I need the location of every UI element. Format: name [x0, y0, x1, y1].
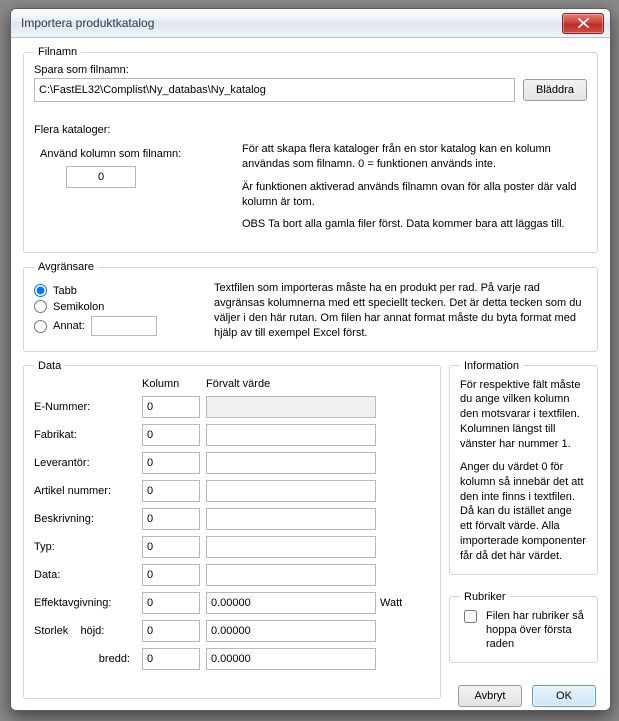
- val-enummer[interactable]: [206, 396, 376, 418]
- checkbox-has-headers[interactable]: [464, 610, 477, 623]
- col-hojd[interactable]: [142, 620, 200, 642]
- avgr-description: Textfilen som importeras måste ha en pro…: [214, 279, 587, 340]
- val-data[interactable]: [206, 564, 376, 586]
- label-leverantor: Leverantör:: [34, 457, 134, 469]
- header-forvalt: Förvalt värde: [206, 378, 372, 390]
- label-bredd: bredd:: [34, 653, 134, 665]
- group-avgransare: Avgränsare Tabb Semikolon An: [23, 261, 598, 351]
- label-typ: Typ:: [34, 541, 134, 553]
- col-beskrivning[interactable]: [142, 508, 200, 530]
- val-hojd[interactable]: [206, 620, 376, 642]
- info-para-2: Anger du värdet 0 för kolumn så innebär …: [460, 460, 587, 564]
- unit-watt: Watt: [380, 597, 430, 609]
- info-para-1: För respektive fält måste du ange vilken…: [460, 378, 587, 452]
- label-effekt: Effektavgivning:: [34, 597, 134, 609]
- val-beskrivning[interactable]: [206, 508, 376, 530]
- dialog-window: Importera produktkatalog Filnamn Spara s…: [10, 8, 611, 711]
- legend-info: Information: [460, 360, 523, 372]
- group-data: Data Kolumn Förvalt värde E-Nummer: Fabr…: [23, 360, 441, 699]
- browse-button[interactable]: Bläddra: [523, 79, 587, 101]
- radio-semikolon[interactable]: [34, 300, 47, 313]
- legend-data: Data: [34, 360, 65, 372]
- label-enummer: E-Nummer:: [34, 401, 134, 413]
- group-information: Information För respektive fält måste du…: [449, 360, 598, 575]
- close-icon: [578, 18, 589, 28]
- group-flera-kataloger: Flera kataloger: Använd kolumn som filna…: [34, 116, 587, 242]
- col-fabrikat[interactable]: [142, 424, 200, 446]
- flera-para-1: För att skapa flera kataloger från en st…: [242, 142, 587, 172]
- val-bredd[interactable]: [206, 648, 376, 670]
- col-effekt[interactable]: [142, 592, 200, 614]
- radio-annat-label: Annat:: [53, 320, 85, 332]
- val-effekt[interactable]: [206, 592, 376, 614]
- close-button[interactable]: [562, 13, 604, 34]
- col-leverantor[interactable]: [142, 452, 200, 474]
- label-artikel: Artikel nummer:: [34, 485, 134, 497]
- ok-button[interactable]: OK: [532, 685, 596, 707]
- use-column-label: Använd kolumn som filnamn:: [40, 148, 234, 160]
- val-typ[interactable]: [206, 536, 376, 558]
- col-data[interactable]: [142, 564, 200, 586]
- col-artikel[interactable]: [142, 480, 200, 502]
- save-as-path-input[interactable]: [34, 78, 515, 102]
- radio-semikolon-label: Semikolon: [53, 301, 104, 313]
- radio-annat[interactable]: [34, 320, 47, 333]
- flera-para-3: OBS Ta bort alla gamla filer först. Data…: [242, 217, 587, 232]
- radio-tabb[interactable]: [34, 284, 47, 297]
- checkbox-has-headers-label: Filen har rubriker så hoppa över första …: [486, 609, 587, 652]
- col-bredd[interactable]: [142, 648, 200, 670]
- label-hojd: Storlek höjd:: [34, 625, 134, 637]
- col-enummer[interactable]: [142, 396, 200, 418]
- save-as-label: Spara som filnamn:: [34, 64, 129, 76]
- label-data: Data:: [34, 569, 134, 581]
- cancel-button[interactable]: Avbryt: [458, 685, 522, 707]
- col-typ[interactable]: [142, 536, 200, 558]
- use-column-input[interactable]: [66, 166, 136, 188]
- label-fabrikat: Fabrikat:: [34, 429, 134, 441]
- label-beskrivning: Beskrivning:: [34, 513, 134, 525]
- header-kolumn: Kolumn: [142, 378, 198, 390]
- group-filnamn: Filnamn Spara som filnamn: Bläddra Flera…: [23, 46, 598, 253]
- val-artikel[interactable]: [206, 480, 376, 502]
- title-bar: Importera produktkatalog: [11, 9, 610, 38]
- window-title: Importera produktkatalog: [21, 16, 154, 30]
- radio-tabb-label: Tabb: [53, 285, 77, 297]
- client-area: Filnamn Spara som filnamn: Bläddra Flera…: [11, 38, 610, 710]
- legend-filnamn: Filnamn: [34, 46, 81, 58]
- group-rubriker: Rubriker Filen har rubriker så hoppa öve…: [449, 591, 598, 663]
- val-leverantor[interactable]: [206, 452, 376, 474]
- val-fabrikat[interactable]: [206, 424, 376, 446]
- legend-rubriker: Rubriker: [460, 591, 510, 603]
- annat-input[interactable]: [91, 316, 157, 336]
- legend-avgr: Avgränsare: [34, 261, 98, 273]
- legend-flera: Flera kataloger:: [34, 124, 587, 136]
- flera-para-2: Är funktionen aktiverad används filnamn …: [242, 180, 587, 210]
